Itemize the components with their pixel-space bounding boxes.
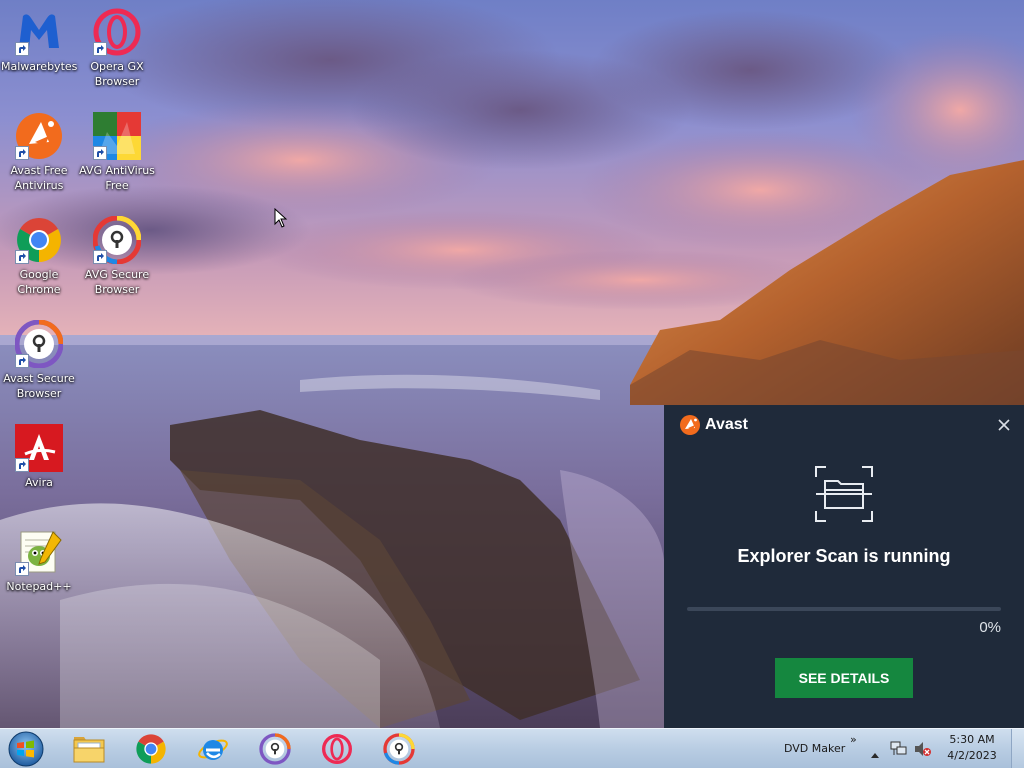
scan-progress-bar bbox=[687, 607, 1001, 611]
taskbar-internet-explorer[interactable] bbox=[186, 731, 240, 767]
chrome-icon bbox=[136, 734, 166, 764]
avast-brand-name: Avast bbox=[705, 416, 748, 433]
desktop-icon-opera-gx[interactable]: Opera GX Browser bbox=[79, 8, 155, 89]
windows-start-icon bbox=[8, 731, 44, 767]
taskbar-opera[interactable] bbox=[310, 731, 364, 767]
desktop-icon-label: Opera GX Browser bbox=[90, 60, 144, 88]
desktop-icon-notepadpp[interactable]: Notepad++ bbox=[1, 528, 77, 594]
volume-tray-button[interactable] bbox=[914, 741, 932, 761]
mouse-cursor-icon bbox=[274, 207, 288, 232]
clock-date: 4/2/2023 bbox=[947, 749, 997, 762]
clock-time: 5:30 AM bbox=[949, 733, 995, 746]
desktop-icon-label: Google Chrome bbox=[17, 268, 61, 296]
show-desktop-button[interactable] bbox=[1011, 729, 1024, 768]
scan-progress-percent: 0% bbox=[979, 619, 1001, 636]
avast-logo-icon bbox=[680, 415, 700, 435]
desktop-icon-label: AVG AntiVirus Free bbox=[79, 164, 155, 192]
avast-secure-browser-icon bbox=[14, 319, 64, 369]
desktop-icon-avast-antivirus[interactable]: Avast Free Antivirus bbox=[1, 112, 77, 193]
desktop-icon-label: Notepad++ bbox=[6, 580, 72, 593]
desktop-icon-avg-antivirus[interactable]: AVG AntiVirus Free bbox=[79, 112, 155, 193]
avg-secure-browser-icon bbox=[383, 733, 415, 765]
avg-secure-browser-icon bbox=[92, 215, 142, 265]
dvd-maker-toolbar[interactable]: DVD Maker bbox=[784, 742, 845, 755]
avg-antivirus-icon bbox=[93, 112, 141, 160]
taskbar-avg-secure-browser[interactable] bbox=[372, 731, 426, 767]
folder-scan-icon bbox=[814, 465, 874, 523]
malwarebytes-icon bbox=[15, 8, 63, 56]
file-explorer-icon bbox=[73, 737, 105, 763]
taskbar-chrome[interactable] bbox=[124, 731, 178, 767]
opera-icon bbox=[322, 734, 352, 764]
network-tray-button[interactable] bbox=[890, 741, 908, 761]
internet-explorer-icon bbox=[198, 739, 228, 760]
avira-icon bbox=[15, 424, 63, 472]
start-button[interactable] bbox=[6, 730, 46, 768]
desktop-icon-malwarebytes[interactable]: Malwarebytes bbox=[1, 8, 77, 74]
avast-antivirus-icon bbox=[15, 112, 63, 160]
clock[interactable]: 5:30 AM 4/2/2023 bbox=[942, 733, 1002, 762]
show-hidden-icons-button[interactable] bbox=[870, 744, 880, 763]
taskbar-avast-secure-browser[interactable] bbox=[248, 731, 302, 767]
volume-muted-icon bbox=[915, 742, 931, 756]
desktop-icon-label: Avira bbox=[25, 476, 53, 489]
desktop-icon-avg-secure-browser[interactable]: AVG Secure Browser bbox=[79, 215, 155, 297]
taskbar-file-explorer[interactable] bbox=[62, 731, 116, 767]
toolbar-chevron-icon[interactable]: » bbox=[850, 733, 857, 746]
close-button[interactable] bbox=[996, 417, 1012, 433]
desktop-icon-label: Avast Secure Browser bbox=[3, 372, 75, 400]
avast-brand: Avast bbox=[680, 415, 748, 435]
desktop-icon-label: AVG Secure Browser bbox=[84, 268, 150, 296]
avast-scan-popup: Avast Explorer Scan is running 0% SEE DE… bbox=[664, 405, 1024, 728]
show-hidden-icons-icon bbox=[871, 753, 879, 758]
chrome-icon bbox=[15, 216, 63, 264]
desktop-icon-label: Malwarebytes bbox=[1, 60, 78, 73]
close-icon bbox=[998, 419, 1010, 431]
desktop-icon-google-chrome[interactable]: Google Chrome bbox=[1, 216, 77, 297]
scan-status-title: Explorer Scan is running bbox=[737, 546, 951, 566]
avast-secure-browser-icon bbox=[259, 733, 291, 765]
network-icon bbox=[890, 741, 907, 755]
see-details-button[interactable]: SEE DETAILS bbox=[775, 658, 913, 698]
desktop-icon-avira[interactable]: Avira bbox=[1, 424, 77, 490]
opera-gx-icon bbox=[93, 8, 141, 56]
taskbar: DVD Maker » 5:30 AM 4/2/2023 bbox=[0, 728, 1024, 768]
desktop-icon-label: Avast Free Antivirus bbox=[10, 164, 68, 192]
desktop-icon-avast-secure-browser[interactable]: Avast Secure Browser bbox=[1, 319, 77, 401]
notepadpp-icon bbox=[15, 528, 63, 576]
